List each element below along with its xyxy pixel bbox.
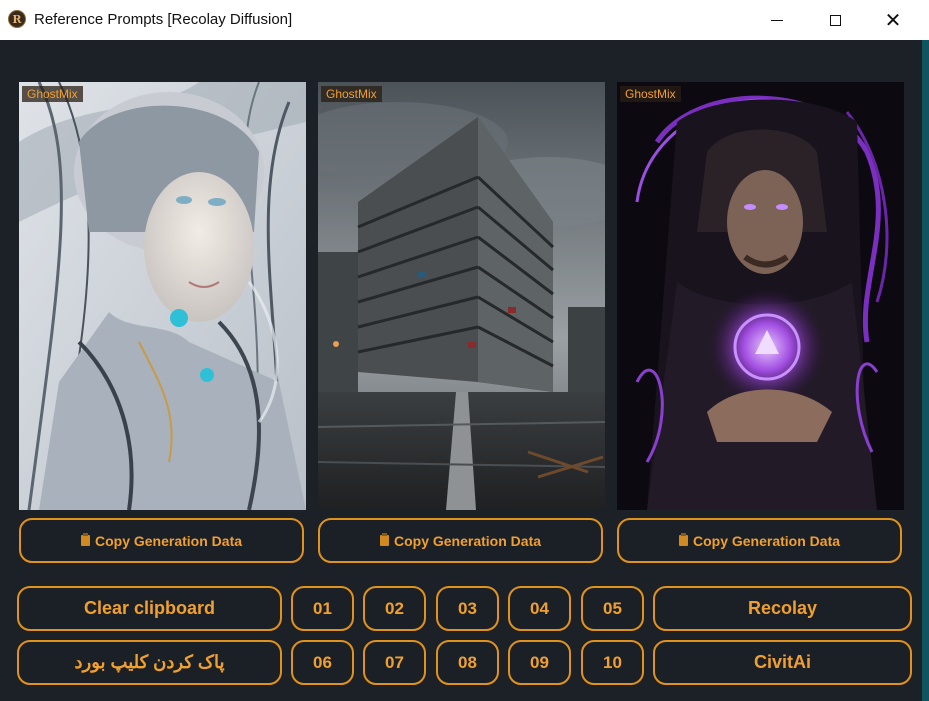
clear-clipboard-button[interactable]: Clear clipboard xyxy=(17,586,282,631)
page-button-02[interactable]: 02 xyxy=(363,586,426,631)
page-button-08[interactable]: 08 xyxy=(436,640,499,685)
recolay-button[interactable]: Recolay xyxy=(653,586,912,631)
sorcerer-image xyxy=(617,82,904,510)
page-button-01[interactable]: 01 xyxy=(291,586,354,631)
window-edge xyxy=(922,40,929,701)
model-tag: GhostMix xyxy=(620,86,681,102)
minimize-button[interactable] xyxy=(748,0,806,40)
page-button-07[interactable]: 07 xyxy=(363,640,426,685)
clipboard-icon xyxy=(379,533,389,546)
copy-generation-data-button-3[interactable]: Copy Generation Data xyxy=(617,518,902,563)
copy-label: Copy Generation Data xyxy=(692,532,841,549)
page-button-06[interactable]: 06 xyxy=(291,640,354,685)
model-tag: GhostMix xyxy=(321,86,382,102)
reference-image-1[interactable]: GhostMix xyxy=(19,82,306,510)
page-button-09[interactable]: 09 xyxy=(508,640,571,685)
window-title: Reference Prompts [Recolay Diffusion] xyxy=(34,11,293,28)
page-button-04[interactable]: 04 xyxy=(508,586,571,631)
maximize-button[interactable] xyxy=(806,0,864,40)
copy-generation-data-button-1[interactable]: Copy Generation Data xyxy=(19,518,304,563)
maximize-icon xyxy=(829,14,841,26)
reference-image-2[interactable]: GhostMix xyxy=(318,82,605,510)
clear-clipboard-persian-button[interactable]: پاک کردن کلیپ بورد xyxy=(17,640,282,685)
title-bar: R Reference Prompts [Recolay Diffusion] … xyxy=(0,0,929,40)
app-logo-icon: R xyxy=(8,10,26,28)
page-button-10[interactable]: 10 xyxy=(581,640,644,685)
clipboard-icon xyxy=(80,533,90,546)
model-tag: GhostMix xyxy=(22,86,83,102)
close-icon: ✕ xyxy=(884,8,902,32)
building-image xyxy=(318,82,605,510)
civitai-button[interactable]: CivitAi xyxy=(653,640,912,685)
clipboard-icon xyxy=(678,533,688,546)
copy-label: Copy Generation Data xyxy=(393,532,542,549)
copy-label: Copy Generation Data xyxy=(94,532,243,549)
cyborg-woman-image xyxy=(19,82,306,510)
reference-image-3[interactable]: GhostMix xyxy=(617,82,904,510)
close-button[interactable]: ✕ xyxy=(864,0,922,40)
page-button-05[interactable]: 05 xyxy=(581,586,644,631)
copy-generation-data-button-2[interactable]: Copy Generation Data xyxy=(318,518,603,563)
page-button-03[interactable]: 03 xyxy=(436,586,499,631)
minimize-icon xyxy=(771,19,783,21)
